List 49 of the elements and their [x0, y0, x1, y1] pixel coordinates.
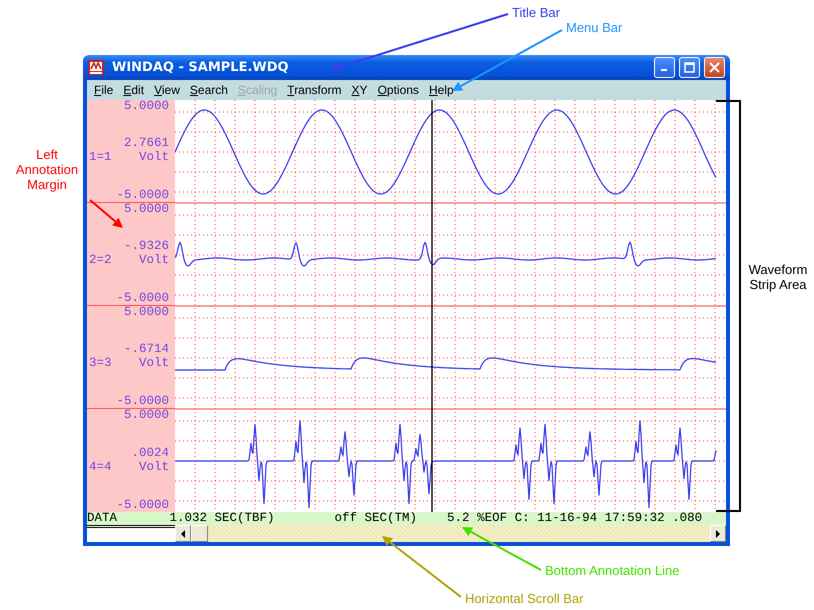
maximize-icon [684, 62, 695, 73]
unit-label: Volt [138, 253, 169, 268]
callout-label: Left Annotation Margin [14, 147, 80, 192]
menu-item[interactable]: Edit [118, 83, 150, 97]
unit-label: Volt [138, 150, 169, 165]
app-icon [88, 60, 104, 75]
value-label: 2.7661 [122, 137, 169, 150]
callout-arrow [89, 199, 123, 228]
maximize-button[interactable] [679, 57, 700, 78]
right-arrow-icon [715, 530, 721, 538]
scale-label: 5.0000 [122, 306, 169, 319]
close-button[interactable] [704, 57, 725, 78]
unit-label: Volt [138, 356, 169, 371]
scale-label: 5.0000 [122, 409, 169, 422]
unit-label: Volt [138, 460, 169, 474]
menu-item[interactable]: File [89, 83, 118, 97]
left-arrow-icon [180, 530, 186, 538]
scale-label: 5.0000 [122, 100, 169, 113]
scale-label: -5.0000 [115, 395, 169, 408]
channel-label: 3=3 [89, 356, 112, 371]
callout-label: Menu Bar [566, 20, 622, 35]
value-label: -.9326 [122, 240, 169, 253]
scroll-left-button[interactable] [175, 525, 191, 542]
value-label: -.6714 [122, 343, 169, 356]
menu-item[interactable]: Help [424, 83, 459, 97]
channel-label: 1=1 [89, 150, 112, 165]
menu-item[interactable]: Transform [282, 83, 347, 97]
channel-label: 2=2 [89, 253, 112, 268]
callout-label: Waveform Strip Area [748, 262, 808, 292]
scroll-right-button[interactable] [710, 525, 726, 542]
menu-item[interactable]: Options [372, 83, 424, 97]
scroll-thumb[interactable] [191, 525, 208, 542]
window-title: WINDAQ - SAMPLE.WDQ [112, 60, 289, 75]
horizontal-scrollbar[interactable] [175, 525, 726, 542]
channel-label: 4=4 [89, 460, 112, 474]
menu-item[interactable]: View [149, 83, 185, 97]
callout-label: Horizontal Scroll Bar [465, 591, 584, 606]
scale-label: -5.0000 [115, 189, 169, 202]
menu-item[interactable]: Search [184, 83, 233, 97]
scale-label: -5.0000 [115, 292, 169, 305]
scale-label: -5.0000 [115, 499, 169, 512]
callout-label: Bottom Annotation Line [545, 563, 680, 578]
scale-label: 5.0000 [122, 203, 169, 216]
menu-item[interactable]: XY [346, 83, 373, 97]
callout-label: Title Bar [512, 5, 560, 20]
cursor-line[interactable] [431, 100, 433, 512]
value-label: .0024 [130, 446, 169, 460]
close-icon [709, 62, 720, 73]
minimize-button[interactable] [654, 57, 675, 78]
